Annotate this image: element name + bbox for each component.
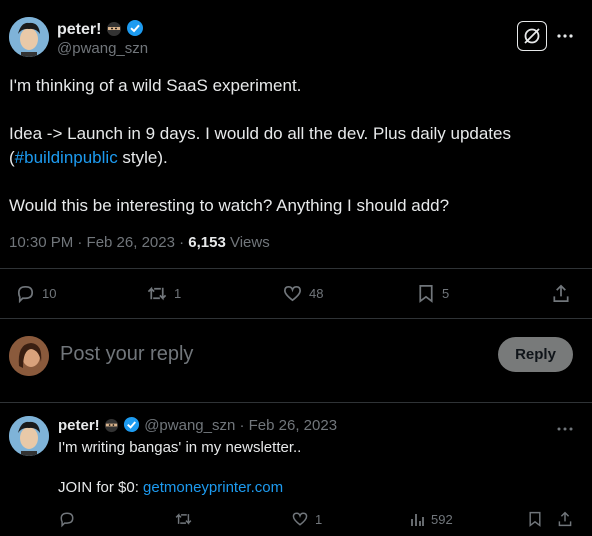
verified-badge-icon [126, 19, 144, 42]
reply-share-button[interactable] [557, 510, 573, 528]
like-icon [292, 512, 308, 526]
reply-handle-date[interactable]: @pwang_szn · Feb 26, 2023 [144, 417, 337, 434]
share-button[interactable] [551, 283, 571, 304]
divider [0, 268, 592, 269]
divider [0, 318, 592, 319]
repost-icon [175, 513, 192, 525]
text-fragment: style). [117, 148, 168, 167]
tweet-text-line: Would this be interesting to watch? Anyt… [9, 196, 450, 215]
repost-count: 1 [174, 286, 182, 301]
more-options-button[interactable] [556, 27, 574, 39]
repost-button[interactable]: 1 [146, 283, 181, 304]
reply-repost-button[interactable] [174, 510, 193, 528]
like-count: 48 [309, 286, 324, 301]
reply-like-count: 1 [315, 511, 323, 527]
more-icon [557, 427, 573, 431]
hashtag-link[interactable]: #buildinpublic [15, 148, 118, 167]
reply-author-avatar[interactable] [9, 416, 49, 456]
reply-author-row: peter! @pwang_szn · Feb 26, 2023 [58, 416, 337, 437]
divider [0, 402, 592, 403]
tweet-text-line: (#buildinpublic style). [9, 146, 168, 170]
tweet-meta: 10:30 PM · Feb 26, 2023 · 6,153 Views [9, 234, 270, 251]
bookmark-icon [419, 285, 433, 303]
reply-icon [60, 512, 74, 528]
verified-badge-icon [123, 416, 140, 437]
reply-count: 10 [42, 286, 57, 301]
author-name-row: peter! [57, 19, 144, 42]
reply-more-options-button[interactable] [556, 420, 574, 431]
reply-input[interactable]: Post your reply [60, 343, 193, 366]
reply-like-button[interactable]: 1 [291, 510, 322, 528]
author-avatar[interactable] [9, 17, 49, 57]
repost-icon [147, 286, 167, 301]
tweet-text-line: Idea -> Launch in 9 days. I would do all… [9, 124, 511, 143]
views-icon [411, 514, 424, 526]
reply-button[interactable]: 10 [15, 283, 56, 304]
ninja-emoji-icon [104, 418, 119, 437]
bookmark-count: 5 [442, 286, 450, 301]
reply-author-name[interactable]: peter! [58, 417, 100, 434]
ninja-emoji-icon [106, 21, 122, 42]
text-fragment: JOIN for $0: [58, 479, 144, 496]
tweet-timestamp[interactable]: 10:30 PM · Feb 26, 2023 · [9, 234, 188, 251]
bookmark-button[interactable]: 5 [416, 283, 449, 304]
share-icon [553, 284, 569, 302]
reply-bookmark-button[interactable] [527, 510, 543, 528]
grok-icon [524, 28, 540, 44]
user-avatar[interactable] [9, 336, 49, 376]
like-button[interactable]: 48 [282, 283, 323, 304]
reply-views-button[interactable]: 592 [409, 510, 453, 528]
reply-text-line: I'm writing bangas' in my newsletter.. [58, 439, 302, 456]
tweet-text-line: I'm thinking of a wild SaaS experiment. [9, 76, 302, 95]
grok-button[interactable] [517, 21, 547, 51]
author-display-name[interactable]: peter! [57, 21, 101, 38]
reply-views-count: 592 [431, 511, 453, 527]
like-icon [284, 285, 301, 302]
reply-submit-button[interactable]: Reply [498, 337, 573, 372]
newsletter-link[interactable]: getmoneyprinter.com [143, 479, 283, 496]
bookmark-icon [529, 511, 541, 527]
views-label: Views [225, 234, 270, 251]
author-handle[interactable]: @pwang_szn [57, 40, 148, 57]
more-icon [557, 34, 573, 38]
reply-icon [17, 285, 34, 304]
reply-text-line: JOIN for $0: getmoneyprinter.com [58, 478, 283, 498]
reply-reply-button[interactable] [58, 510, 76, 528]
share-icon [558, 511, 572, 527]
views-count: 6,153 [188, 234, 226, 251]
